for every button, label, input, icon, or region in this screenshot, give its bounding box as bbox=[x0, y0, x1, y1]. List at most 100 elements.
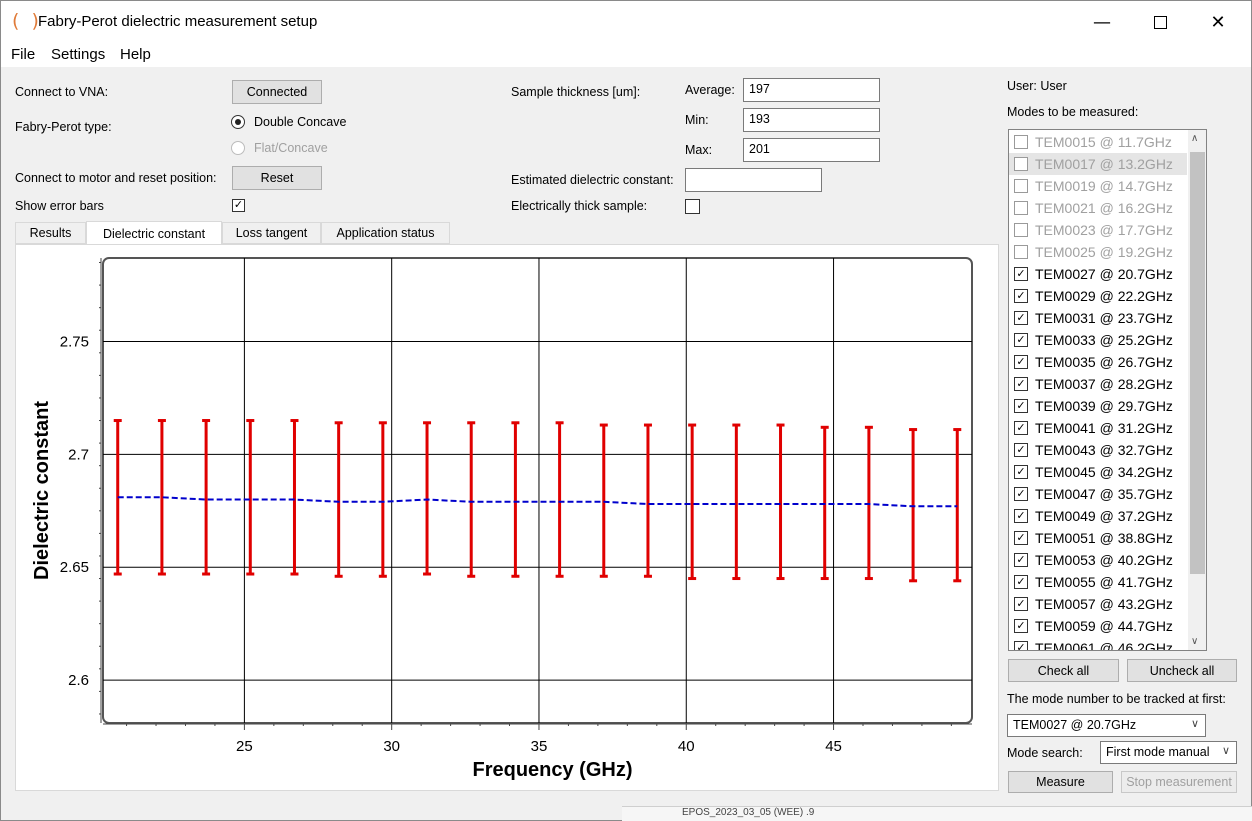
est-dielectric-label: Estimated dielectric constant: bbox=[511, 173, 674, 187]
mode-checkbox[interactable] bbox=[1014, 201, 1028, 215]
x-tick-label: 25 bbox=[236, 738, 253, 755]
mode-list-item[interactable]: ✓ TEM0055 @ 41.7GHz bbox=[1009, 571, 1187, 593]
est-dielectric-input[interactable] bbox=[685, 168, 822, 192]
mode-list-item[interactable]: ✓ TEM0041 @ 31.2GHz bbox=[1009, 417, 1187, 439]
x-tick-label: 30 bbox=[383, 738, 400, 755]
mode-list-item[interactable]: ✓ TEM0061 @ 46.2GHz bbox=[1009, 637, 1187, 650]
chevron-down-icon[interactable]: ∨ bbox=[1191, 636, 1198, 647]
track-mode-value: TEM0027 @ 20.7GHz bbox=[1013, 718, 1137, 732]
maximize-icon[interactable] bbox=[1131, 1, 1189, 43]
mode-checkbox[interactable]: ✓ bbox=[1014, 531, 1028, 545]
track-mode-select[interactable]: TEM0027 @ 20.7GHz ∨ bbox=[1007, 714, 1206, 737]
stop-measurement-button[interactable]: Stop measurement bbox=[1121, 771, 1237, 793]
mode-label: TEM0057 @ 43.2GHz bbox=[1035, 596, 1173, 612]
mode-checkbox[interactable]: ✓ bbox=[1014, 311, 1028, 325]
mode-list-item[interactable]: TEM0025 @ 19.2GHz bbox=[1009, 241, 1187, 263]
mode-checkbox[interactable]: ✓ bbox=[1014, 487, 1028, 501]
tab-loss-tangent[interactable]: Loss tangent bbox=[222, 222, 321, 244]
mode-list-item[interactable]: ✓ TEM0027 @ 20.7GHz bbox=[1009, 263, 1187, 285]
mode-checkbox[interactable]: ✓ bbox=[1014, 355, 1028, 369]
mode-checkbox[interactable]: ✓ bbox=[1014, 553, 1028, 567]
chevron-up-icon[interactable]: ∧ bbox=[1191, 133, 1198, 144]
double-concave-radio[interactable] bbox=[231, 115, 245, 129]
mode-list-item[interactable]: ✓ TEM0033 @ 25.2GHz bbox=[1009, 329, 1187, 351]
mode-checkbox[interactable]: ✓ bbox=[1014, 597, 1028, 611]
mode-checkbox[interactable]: ✓ bbox=[1014, 289, 1028, 303]
thickness-label: Sample thickness [um]: bbox=[511, 85, 641, 99]
mode-list-item[interactable]: ✓ TEM0047 @ 35.7GHz bbox=[1009, 483, 1187, 505]
show-error-bars-checkbox[interactable]: ✓ bbox=[232, 199, 245, 212]
mode-list-item[interactable]: TEM0017 @ 13.2GHz bbox=[1009, 153, 1187, 175]
modes-scrollbar[interactable]: ∧ ∨ bbox=[1188, 130, 1206, 650]
scrollbar-thumb[interactable] bbox=[1190, 152, 1205, 574]
reset-button[interactable]: Reset bbox=[232, 166, 322, 190]
double-concave-label: Double Concave bbox=[254, 115, 347, 129]
mode-checkbox[interactable]: ✓ bbox=[1014, 465, 1028, 479]
mode-checkbox[interactable]: ✓ bbox=[1014, 377, 1028, 391]
tab-results[interactable]: Results bbox=[15, 222, 86, 244]
mode-list-item[interactable]: ✓ TEM0029 @ 22.2GHz bbox=[1009, 285, 1187, 307]
connect-vna-button[interactable]: Connected bbox=[232, 80, 322, 104]
mode-checkbox[interactable] bbox=[1014, 135, 1028, 149]
x-axis-label: Frequency (GHz) bbox=[472, 759, 632, 781]
mode-list-item[interactable]: TEM0021 @ 16.2GHz bbox=[1009, 197, 1187, 219]
mode-list-item[interactable]: ✓ TEM0051 @ 38.8GHz bbox=[1009, 527, 1187, 549]
mode-label: TEM0037 @ 28.2GHz bbox=[1035, 376, 1173, 392]
mode-list-item[interactable]: ✓ TEM0045 @ 34.2GHz bbox=[1009, 461, 1187, 483]
check-all-button[interactable]: Check all bbox=[1008, 659, 1119, 682]
measure-button[interactable]: Measure bbox=[1008, 771, 1113, 793]
uncheck-all-button[interactable]: Uncheck all bbox=[1127, 659, 1237, 682]
mode-search-select[interactable]: First mode manual ∨ bbox=[1100, 741, 1237, 764]
track-label: The mode number to be tracked at first: bbox=[1007, 692, 1226, 706]
mode-checkbox[interactable]: ✓ bbox=[1014, 619, 1028, 633]
menu-bar: File Settings Help bbox=[1, 43, 1251, 67]
mode-list-item[interactable]: TEM0023 @ 17.7GHz bbox=[1009, 219, 1187, 241]
chevron-down-icon: ∨ bbox=[1221, 745, 1230, 757]
mode-checkbox[interactable]: ✓ bbox=[1014, 267, 1028, 281]
mode-checkbox[interactable]: ✓ bbox=[1014, 575, 1028, 589]
menu-settings[interactable]: Settings bbox=[51, 46, 105, 63]
mode-checkbox[interactable]: ✓ bbox=[1014, 641, 1028, 650]
mode-label: TEM0031 @ 23.7GHz bbox=[1035, 310, 1173, 326]
min-label: Min: bbox=[685, 113, 709, 127]
mode-checkbox[interactable]: ✓ bbox=[1014, 333, 1028, 347]
mode-checkbox[interactable] bbox=[1014, 157, 1028, 171]
mode-list-item[interactable]: ✓ TEM0035 @ 26.7GHz bbox=[1009, 351, 1187, 373]
max-input[interactable]: 201 bbox=[743, 138, 880, 162]
mode-checkbox[interactable] bbox=[1014, 245, 1028, 259]
mode-list-item[interactable]: ✓ TEM0059 @ 44.7GHz bbox=[1009, 615, 1187, 637]
tab-dielectric-constant[interactable]: Dielectric constant bbox=[86, 221, 222, 245]
mode-checkbox[interactable]: ✓ bbox=[1014, 421, 1028, 435]
mode-checkbox[interactable] bbox=[1014, 179, 1028, 193]
modes-list[interactable]: ✓ TEM0061 @ 46.2GHz ✓ TEM0059 @ 44.7GHz ✓ TEM… bbox=[1008, 129, 1207, 651]
mode-list-item[interactable]: ✓ TEM0043 @ 32.7GHz bbox=[1009, 439, 1187, 461]
average-input[interactable]: 197 bbox=[743, 78, 880, 102]
mode-list-item[interactable]: ✓ TEM0039 @ 29.7GHz bbox=[1009, 395, 1187, 417]
mode-checkbox[interactable] bbox=[1014, 223, 1028, 237]
mode-list-item[interactable]: ✓ TEM0057 @ 43.2GHz bbox=[1009, 593, 1187, 615]
menu-help[interactable]: Help bbox=[120, 46, 151, 63]
mode-list-item[interactable]: TEM0019 @ 14.7GHz bbox=[1009, 175, 1187, 197]
mode-list-item[interactable]: ✓ TEM0049 @ 37.2GHz bbox=[1009, 505, 1187, 527]
main-window: ( ) Fabry-Perot dielectric measurement s… bbox=[0, 0, 1252, 821]
mode-label: TEM0033 @ 25.2GHz bbox=[1035, 332, 1173, 348]
flat-concave-radio[interactable] bbox=[231, 141, 245, 155]
mode-checkbox[interactable]: ✓ bbox=[1014, 399, 1028, 413]
mode-list-item[interactable]: ✓ TEM0053 @ 40.2GHz bbox=[1009, 549, 1187, 571]
mode-list-item[interactable]: ✓ TEM0037 @ 28.2GHz bbox=[1009, 373, 1187, 395]
mode-list-item[interactable]: ✓ TEM0031 @ 23.7GHz bbox=[1009, 307, 1187, 329]
menu-file[interactable]: File bbox=[11, 46, 35, 63]
mode-label: TEM0051 @ 38.8GHz bbox=[1035, 530, 1173, 546]
mode-checkbox[interactable]: ✓ bbox=[1014, 509, 1028, 523]
fp-type-label: Fabry-Perot type: bbox=[15, 120, 112, 134]
y-tick-label: 2.7 bbox=[68, 446, 89, 463]
mode-checkbox[interactable]: ✓ bbox=[1014, 443, 1028, 457]
min-input[interactable]: 193 bbox=[743, 108, 880, 132]
thick-sample-checkbox[interactable] bbox=[685, 199, 700, 214]
mode-list-item[interactable]: TEM0015 @ 11.7GHz bbox=[1009, 131, 1187, 153]
minimize-icon[interactable]: — bbox=[1073, 1, 1131, 43]
tab-application-status[interactable]: Application status bbox=[321, 222, 450, 244]
mode-label: TEM0017 @ 13.2GHz bbox=[1035, 156, 1173, 172]
close-icon[interactable]: ✕ bbox=[1189, 1, 1247, 43]
mode-search-label: Mode search: bbox=[1007, 746, 1083, 760]
